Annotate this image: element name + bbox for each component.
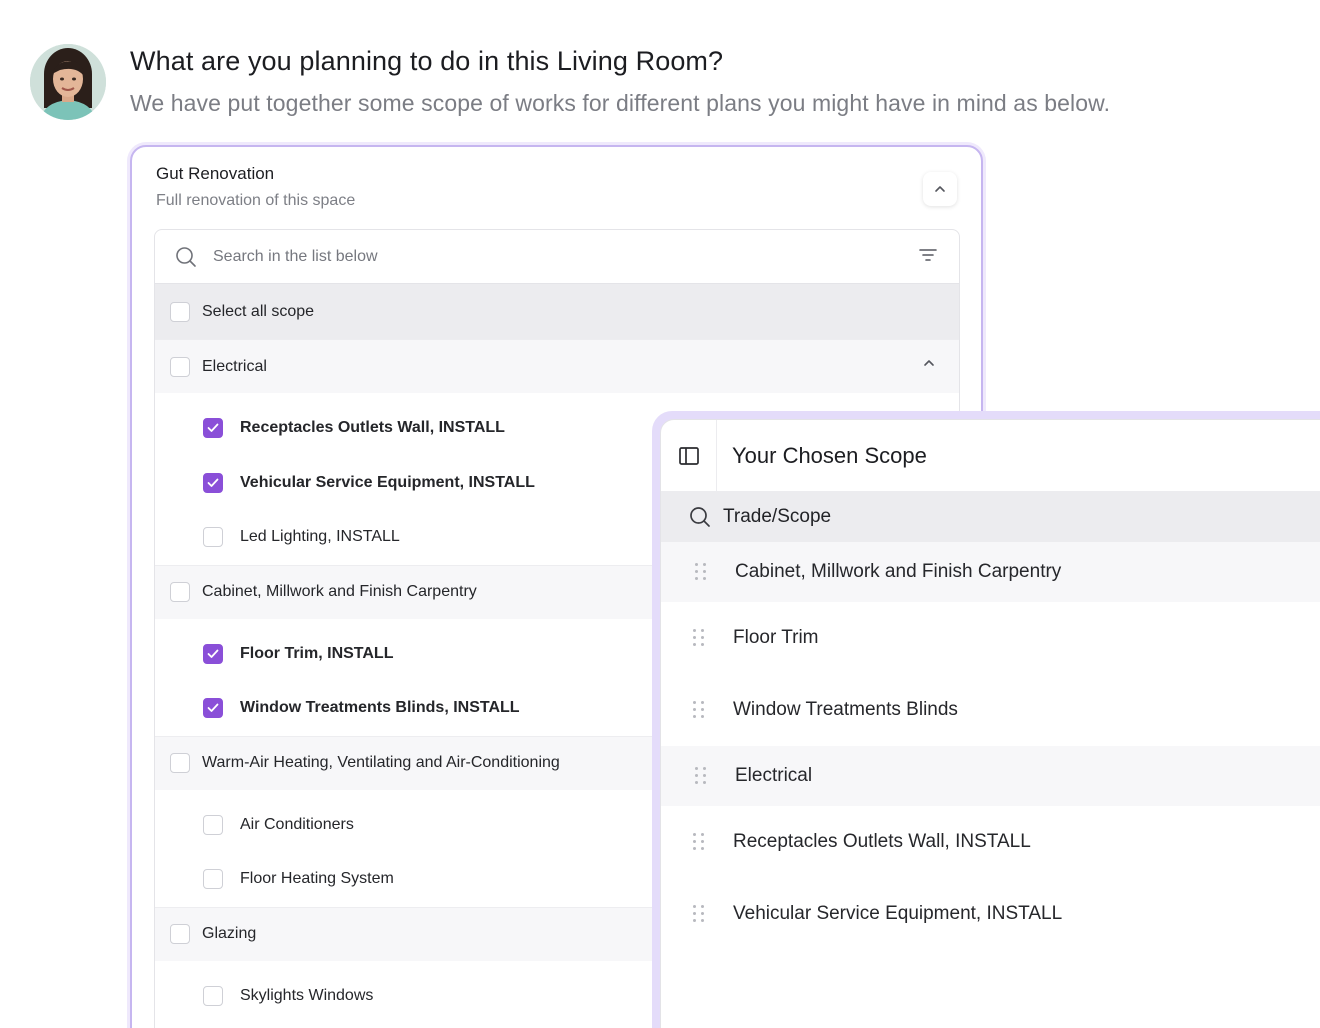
plan-subtitle: Full renovation of this space	[156, 192, 356, 209]
group-checkbox[interactable]	[170, 356, 190, 377]
chosen-scope-title: Your Chosen Scope	[732, 442, 927, 468]
chosen-row-label: Vehicular Service Equipment, INSTALL	[733, 903, 1063, 924]
page-title: What are you planning to do in this Livi…	[130, 46, 724, 76]
search-icon[interactable]	[689, 506, 711, 528]
chosen-item-row[interactable]: Window Treatments Blinds	[661, 674, 1320, 746]
group-label: Warm-Air Heating, Ventilating and Air-Co…	[202, 754, 560, 771]
chosen-scope-panel-body: Your Chosen Scope Trade/Scope Cabinet, M…	[660, 419, 1320, 1028]
group-checkbox[interactable]	[170, 753, 190, 773]
chosen-row-label: Floor Trim	[733, 627, 819, 648]
drag-handle-icon[interactable]	[693, 905, 705, 923]
item-checkbox-checked[interactable]	[203, 472, 223, 493]
item-label: Floor Trim, INSTALL	[240, 644, 394, 662]
chevron-up-icon	[935, 186, 945, 192]
check-icon	[207, 649, 219, 658]
drag-handle-icon[interactable]	[693, 629, 705, 647]
drag-handle-icon[interactable]	[695, 767, 707, 785]
select-all-checkbox[interactable]	[170, 301, 190, 322]
chosen-row-label: Electrical	[735, 765, 813, 786]
item-checkbox[interactable]	[203, 985, 223, 1006]
group-row-electrical[interactable]: Electrical	[155, 339, 959, 393]
item-checkbox[interactable]	[203, 527, 223, 548]
group-checkbox[interactable]	[170, 924, 190, 944]
item-checkbox-checked[interactable]	[203, 698, 223, 719]
chosen-scope-panel: Your Chosen Scope Trade/Scope Cabinet, M…	[652, 411, 1320, 1028]
item-checkbox-checked[interactable]	[203, 418, 223, 439]
search-icon	[176, 246, 196, 267]
toggle-sidebar-button[interactable]	[661, 420, 717, 492]
item-label: Skylights Windows	[240, 986, 374, 1004]
item-label: Floor Heating System	[240, 870, 394, 888]
group-checkbox[interactable]	[170, 582, 190, 602]
check-icon	[207, 703, 219, 713]
chosen-item-row[interactable]: Vehicular Service Equipment, INSTALL	[661, 878, 1320, 950]
chosen-group-row[interactable]: Electrical	[661, 746, 1320, 806]
group-label: Electrical	[202, 357, 267, 375]
drag-handle-icon[interactable]	[693, 701, 705, 719]
collapse-plan-button[interactable]	[923, 172, 957, 206]
check-icon	[207, 423, 219, 433]
drag-handle-icon[interactable]	[693, 833, 705, 851]
item-label: Window Treatments Blinds, INSTALL	[240, 699, 520, 717]
item-label: Air Conditioners	[240, 815, 354, 833]
item-checkbox[interactable]	[203, 814, 223, 835]
assistant-avatar	[30, 44, 106, 120]
item-label: Vehicular Service Equipment, INSTALL	[240, 473, 535, 491]
chosen-row-label: Window Treatments Blinds	[733, 699, 958, 720]
column-header-label: Trade/Scope	[723, 506, 832, 527]
chosen-row-label: Receptacles Outlets Wall, INSTALL	[733, 831, 1031, 852]
chosen-item-row[interactable]: Receptacles Outlets Wall, INSTALL	[661, 806, 1320, 878]
item-label: Led Lighting, INSTALL	[240, 528, 400, 546]
item-checkbox-checked[interactable]	[203, 643, 223, 664]
group-label: Glazing	[202, 925, 257, 942]
chosen-item-row[interactable]: Floor Trim	[661, 602, 1320, 674]
sidebar-toggle-icon	[678, 446, 699, 465]
chosen-row-label: Cabinet, Millwork and Finish Carpentry	[735, 561, 1062, 582]
chevron-up-icon[interactable]	[923, 359, 935, 367]
select-all-row[interactable]: Select all scope	[155, 284, 959, 339]
item-checkbox[interactable]	[203, 869, 223, 890]
trade-scope-column-header[interactable]: Trade/Scope	[661, 492, 1320, 542]
filter-icon[interactable]	[919, 248, 937, 262]
plan-title: Gut Renovation	[156, 164, 275, 183]
search-input[interactable]: Search in the list below	[213, 248, 378, 266]
chosen-scope-header: Your Chosen Scope	[661, 420, 1320, 492]
group-label: Cabinet, Millwork and Finish Carpentry	[202, 583, 477, 600]
page-subtitle: We have put together some scope of works…	[130, 90, 1111, 116]
scope-search[interactable]: Search in the list below	[155, 230, 959, 284]
check-icon	[207, 478, 219, 487]
chosen-group-row[interactable]: Cabinet, Millwork and Finish Carpentry	[661, 542, 1320, 602]
drag-handle-icon[interactable]	[695, 563, 707, 581]
item-label: Receptacles Outlets Wall, INSTALL	[240, 419, 505, 437]
select-all-label: Select all scope	[202, 302, 315, 320]
